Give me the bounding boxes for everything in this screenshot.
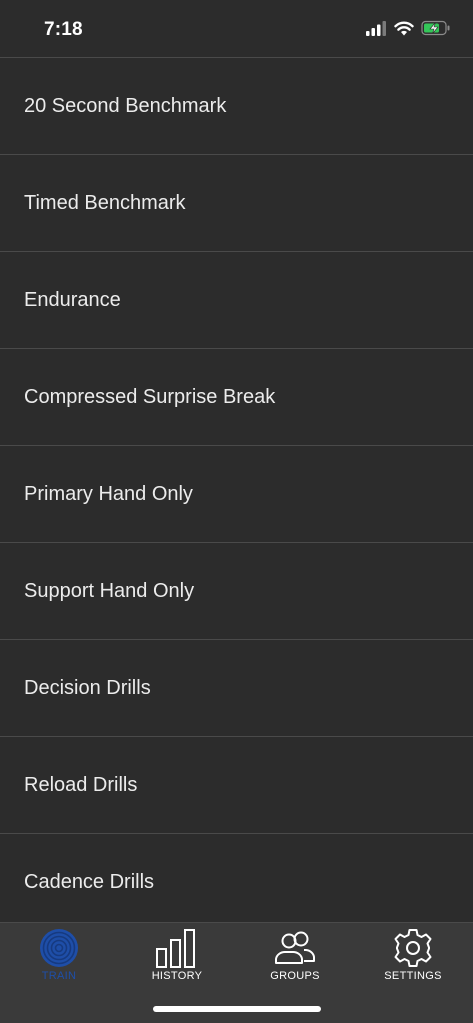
signal-icon <box>366 21 386 36</box>
bar-chart-icon <box>155 927 199 969</box>
menu-item-timed-benchmark[interactable]: Timed Benchmark <box>0 155 473 252</box>
status-icons <box>365 20 451 36</box>
tab-label: HISTORY <box>151 970 203 982</box>
battery-charging-icon <box>421 20 450 36</box>
users-icon <box>273 927 317 969</box>
menu-item-label: Support Hand Only <box>24 579 195 602</box>
gear-icon <box>392 927 434 969</box>
drill-menu-list: 20 Second Benchmark Timed Benchmark Endu… <box>0 58 473 931</box>
menu-item-label: Decision Drills <box>24 676 151 699</box>
status-time: 7:18 <box>44 19 83 40</box>
app-screen: 7:18 20 Second Benchmark Timed Benchmark… <box>0 0 473 1023</box>
menu-item-decision-drills[interactable]: Decision Drills <box>0 640 473 737</box>
tab-history[interactable]: HISTORY <box>118 923 236 985</box>
menu-item-label: 20 Second Benchmark <box>24 94 227 117</box>
target-icon <box>38 927 80 969</box>
menu-item-endurance[interactable]: Endurance <box>0 252 473 349</box>
menu-item-support-hand-only[interactable]: Support Hand Only <box>0 543 473 640</box>
menu-item-label: Reload Drills <box>24 773 138 796</box>
menu-item-cadence-drills[interactable]: Cadence Drills <box>0 834 473 931</box>
status-bar: 7:18 <box>0 0 473 58</box>
tab-groups[interactable]: GROUPS <box>236 923 354 985</box>
tab-label: SETTINGS <box>384 970 442 982</box>
menu-item-20-second-benchmark[interactable]: 20 Second Benchmark <box>0 58 473 155</box>
menu-item-compressed-surprise-break[interactable]: Compressed Surprise Break <box>0 349 473 446</box>
menu-item-reload-drills[interactable]: Reload Drills <box>0 737 473 834</box>
wifi-icon <box>394 21 414 36</box>
home-indicator[interactable] <box>153 1006 321 1012</box>
tab-settings[interactable]: SETTINGS <box>354 923 472 985</box>
tab-train[interactable]: TRAIN <box>0 923 118 985</box>
menu-item-label: Primary Hand Only <box>24 482 193 505</box>
menu-item-label: Cadence Drills <box>24 871 155 893</box>
tab-label: GROUPS <box>270 970 320 982</box>
menu-item-label: Endurance <box>24 288 121 311</box>
tab-label: TRAIN <box>41 970 77 982</box>
menu-item-label: Timed Benchmark <box>24 191 186 214</box>
menu-item-label: Compressed Surprise Break <box>24 385 276 408</box>
menu-item-primary-hand-only[interactable]: Primary Hand Only <box>0 446 473 543</box>
